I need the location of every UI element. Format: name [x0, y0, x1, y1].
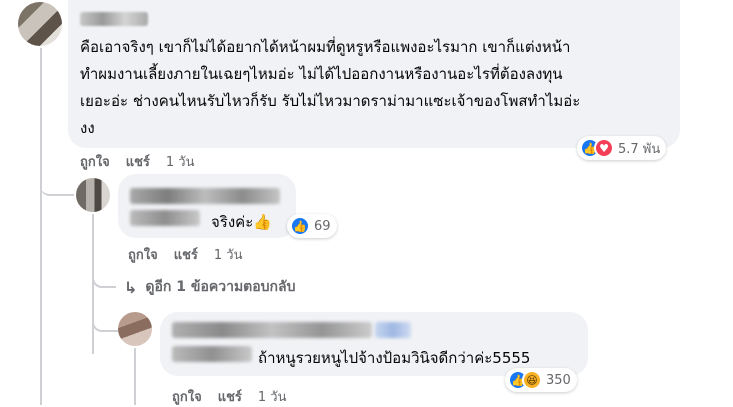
reply-arrow-icon: ↳ [124, 277, 138, 297]
like-reaction-icon: 👍 [290, 216, 310, 236]
reaction-count: 350 [546, 372, 571, 388]
reactions-summary-1[interactable]: 👍 ♥ 5.7 พัน [577, 136, 667, 160]
commenter-name-1-blurred[interactable] [80, 12, 148, 26]
comment-line: ทำผมงานเลี้ยงภายในเฉยๆไหมอ่ะ ไม่ได้ไปออก… [80, 65, 563, 83]
timestamp[interactable]: 1 วัน [214, 244, 243, 265]
comment-line: คือเอาจริงๆ เขาก็ไม่ได้อยากได้หน้าผมที่ด… [80, 38, 571, 56]
replier-name-1-blurred-2 [130, 210, 200, 226]
replier-badge-2-blurred [375, 322, 411, 338]
reaction-count: 69 [314, 218, 331, 234]
thread-connector-reply1 [40, 170, 74, 196]
like-button[interactable]: ถูกใจ [172, 386, 202, 407]
avatar-commenter-1[interactable] [18, 2, 62, 46]
comment-text-1: คือเอาจริงๆ เขาก็ไม่ได้อยากได้หน้าผมที่ด… [80, 34, 672, 142]
view-more-replies-link[interactable]: ↳ ดูอีก 1 ข้อความตอบกลับ [124, 276, 296, 298]
reactions-summary-reply2[interactable]: 👍 😆 350 [505, 368, 577, 392]
avatar-replier-1[interactable] [76, 178, 110, 212]
reply-actions-1: ถูกใจ แชร์ 1 วัน [128, 244, 243, 265]
like-button[interactable]: ถูกใจ [128, 244, 158, 265]
timestamp[interactable]: 1 วัน [166, 151, 195, 172]
replier-name-2-blurred[interactable] [172, 322, 372, 338]
timestamp[interactable]: 1 วัน [258, 386, 287, 407]
reactions-summary-reply1[interactable]: 👍 69 [287, 214, 337, 238]
thread-connector-reply2 [92, 300, 118, 332]
love-reaction-icon: ♥ [594, 138, 614, 158]
replier-name-2-blurred-2 [172, 346, 252, 362]
reply-text-2: ถ้าหนูรวยหนูไปจ้างป้อมวินิจดีกว่าค่ะ5555 [258, 349, 531, 367]
comment-line: เยอะอ่ะ ช่างคนไหนรับไหวก็รับ รับไม่ไหวมา… [80, 92, 581, 110]
view-more-replies-label: ดูอีก 1 ข้อความตอบกลับ [145, 279, 296, 295]
avatar-replier-2[interactable] [118, 312, 152, 346]
thread-line-main [40, 48, 42, 405]
like-button[interactable]: ถูกใจ [80, 151, 110, 172]
share-button[interactable]: แชร์ [174, 244, 198, 265]
share-button[interactable]: แชร์ [218, 386, 242, 407]
thread-connector-more [92, 268, 116, 288]
share-button[interactable]: แชร์ [126, 151, 150, 172]
haha-reaction-icon: 😆 [522, 370, 542, 390]
replier-name-1-blurred[interactable] [130, 188, 280, 204]
reply-actions-2: ถูกใจ แชร์ 1 วัน [172, 386, 287, 407]
thread-line-reply2 [134, 348, 136, 405]
comment-actions-1: ถูกใจ แชร์ 1 วัน [80, 151, 195, 172]
reaction-count: 5.7 พัน [618, 141, 661, 157]
reply-text-1: จริงค่ะ👍 [211, 213, 272, 231]
